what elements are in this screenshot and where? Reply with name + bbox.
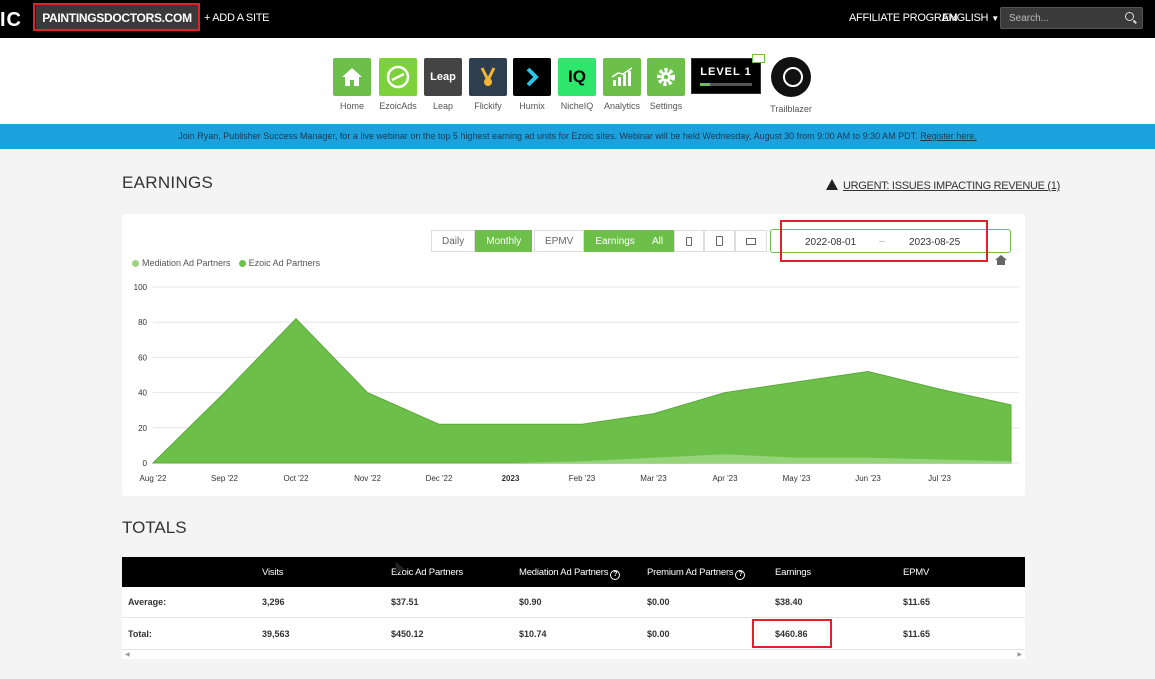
cell-epmv: $11.65 bbox=[903, 629, 931, 639]
level-badge[interactable]: LEVEL 1 bbox=[691, 58, 761, 94]
y-tick-label: 40 bbox=[138, 389, 147, 398]
app-ezoicads[interactable]: EzoicAds bbox=[378, 58, 418, 111]
search-input[interactable] bbox=[1001, 8, 1111, 29]
y-tick-label: 0 bbox=[143, 459, 148, 468]
x-tick-label: 2023 bbox=[502, 474, 520, 483]
cell-premium: $0.00 bbox=[647, 597, 670, 607]
leap-icon: Leap bbox=[424, 58, 462, 96]
cell-ezoic: $37.51 bbox=[391, 597, 419, 607]
logo[interactable]: IC bbox=[0, 9, 22, 32]
cell-ezoic: $450.12 bbox=[391, 629, 424, 639]
highlight-box bbox=[752, 619, 832, 648]
header-earnings: Earnings bbox=[775, 567, 811, 578]
x-tick-label: Jul '23 bbox=[928, 474, 951, 483]
cell-mediation: $10.74 bbox=[519, 629, 547, 639]
table-row: Average: 3,296 $37.51 $0.90 $0.00 $38.40… bbox=[122, 587, 1025, 618]
x-tick-label: Oct '22 bbox=[283, 474, 309, 483]
highlight-box bbox=[33, 3, 200, 31]
urgent-link[interactable]: URGENT: ISSUES IMPACTING REVENUE (1) bbox=[826, 179, 1060, 192]
app-label: Trailblazer bbox=[770, 104, 812, 114]
y-tick-label: 20 bbox=[138, 424, 147, 433]
cell-premium: $0.00 bbox=[647, 629, 670, 639]
app-nicheiq[interactable]: IQ NicheIQ bbox=[557, 58, 597, 111]
trailblazer-icon bbox=[771, 57, 811, 97]
x-tick-label: Aug '22 bbox=[140, 474, 167, 483]
nicheiq-icon: IQ bbox=[558, 58, 596, 96]
totals-table: Visits Ezoic Ad Partners Mediation Ad Pa… bbox=[122, 557, 1025, 659]
x-tick-label: Apr '23 bbox=[712, 474, 738, 483]
app-label: Settings bbox=[649, 101, 683, 111]
header-premium-ad-partners: Premium Ad Partners? bbox=[647, 567, 746, 580]
x-tick-label: Nov '22 bbox=[354, 474, 381, 483]
urgent-text: URGENT: ISSUES IMPACTING REVENUE (1) bbox=[843, 180, 1060, 192]
leap-icon-text: Leap bbox=[430, 71, 456, 83]
earnings-title: EARNINGS bbox=[122, 173, 214, 192]
caret-down-icon: ▼ bbox=[991, 14, 999, 23]
help-icon[interactable]: ? bbox=[610, 570, 621, 580]
level-text: LEVEL 1 bbox=[700, 66, 752, 78]
x-tick-label: Mar '23 bbox=[640, 474, 667, 483]
ezoicads-icon bbox=[379, 58, 417, 96]
table-header: Visits Ezoic Ad Partners Mediation Ad Pa… bbox=[122, 557, 1025, 587]
mail-icon[interactable] bbox=[752, 54, 765, 63]
language-label: ENGLISH bbox=[942, 12, 989, 24]
app-leap[interactable]: Leap Leap bbox=[423, 58, 463, 111]
y-tick-label: 80 bbox=[138, 318, 147, 327]
cell-visits: 39,563 bbox=[262, 629, 290, 639]
x-tick-label: Jun '23 bbox=[855, 474, 881, 483]
level-progress-bar bbox=[700, 83, 752, 86]
nicheiq-icon-text: IQ bbox=[568, 67, 586, 86]
header-label: Premium Ad Partners bbox=[647, 567, 734, 578]
x-tick-label: Dec '22 bbox=[426, 474, 453, 483]
search-icon[interactable] bbox=[1125, 12, 1134, 21]
humix-icon bbox=[513, 58, 551, 96]
language-selector[interactable]: ENGLISH ▼ bbox=[942, 12, 999, 24]
header-epmv: EPMV bbox=[903, 567, 930, 578]
header-mediation-ad-partners: Mediation Ad Partners? bbox=[519, 567, 621, 580]
table-row: Total: 39,563 $450.12 $10.74 $0.00 $460.… bbox=[122, 619, 1025, 650]
add-site-link[interactable]: + ADD A SITE bbox=[204, 12, 269, 24]
y-tick-label: 60 bbox=[138, 353, 147, 362]
row-label: Average: bbox=[128, 597, 167, 607]
register-link[interactable]: Register here. bbox=[920, 131, 977, 141]
app-home[interactable]: Home bbox=[332, 58, 372, 111]
warning-icon bbox=[826, 179, 838, 190]
area-series-ezoic-ad-partners bbox=[151, 317, 1012, 464]
x-tick-label: Sep '22 bbox=[211, 474, 238, 483]
top-bar: IC PAINTINGSDOCTORS.COM + ADD A SITE AFF… bbox=[0, 0, 1155, 38]
home-icon bbox=[333, 58, 371, 96]
scroll-right-arrow[interactable]: ▶ bbox=[1017, 651, 1022, 658]
search-box[interactable] bbox=[1000, 7, 1143, 29]
app-trailblazer[interactable]: Trailblazer bbox=[770, 57, 812, 114]
totals-title: TOTALS bbox=[122, 518, 187, 537]
app-settings[interactable]: Settings bbox=[646, 58, 686, 111]
cell-epmv: $11.65 bbox=[903, 597, 931, 607]
earnings-chart: 0 20 40 60 80 100 Aug '22 Sep '22 Oct '22 Nov '22… bbox=[134, 283, 1019, 483]
flickify-icon bbox=[469, 58, 507, 96]
header-visits: Visits bbox=[262, 567, 284, 578]
x-tick-label: May '23 bbox=[783, 474, 811, 483]
row-label: Total: bbox=[128, 629, 152, 639]
header-label: Mediation Ad Partners bbox=[519, 567, 609, 578]
cell-earnings: $38.40 bbox=[775, 597, 803, 607]
announcement-banner: Join Ryan, Publisher Success Manager, fo… bbox=[0, 124, 1155, 149]
y-tick-label: 100 bbox=[134, 283, 148, 292]
app-humix[interactable]: Humix bbox=[512, 58, 552, 111]
earnings-card: Daily Monthly EPMV Earnings All 2022-08-… bbox=[122, 214, 1025, 496]
app-navigation: Home EzoicAds Leap Leap Flickify Humix I… bbox=[0, 38, 1155, 124]
announcement-text: Join Ryan, Publisher Success Manager, fo… bbox=[178, 131, 918, 141]
help-icon[interactable]: ? bbox=[735, 570, 746, 580]
scroll-left-arrow[interactable]: ◀ bbox=[125, 651, 130, 658]
cell-visits: 3,296 bbox=[262, 597, 285, 607]
analytics-icon bbox=[603, 58, 641, 96]
level-progress-fill bbox=[700, 83, 711, 86]
gear-icon bbox=[647, 58, 685, 96]
x-tick-label: Feb '23 bbox=[569, 474, 596, 483]
cell-mediation: $0.90 bbox=[519, 597, 542, 607]
